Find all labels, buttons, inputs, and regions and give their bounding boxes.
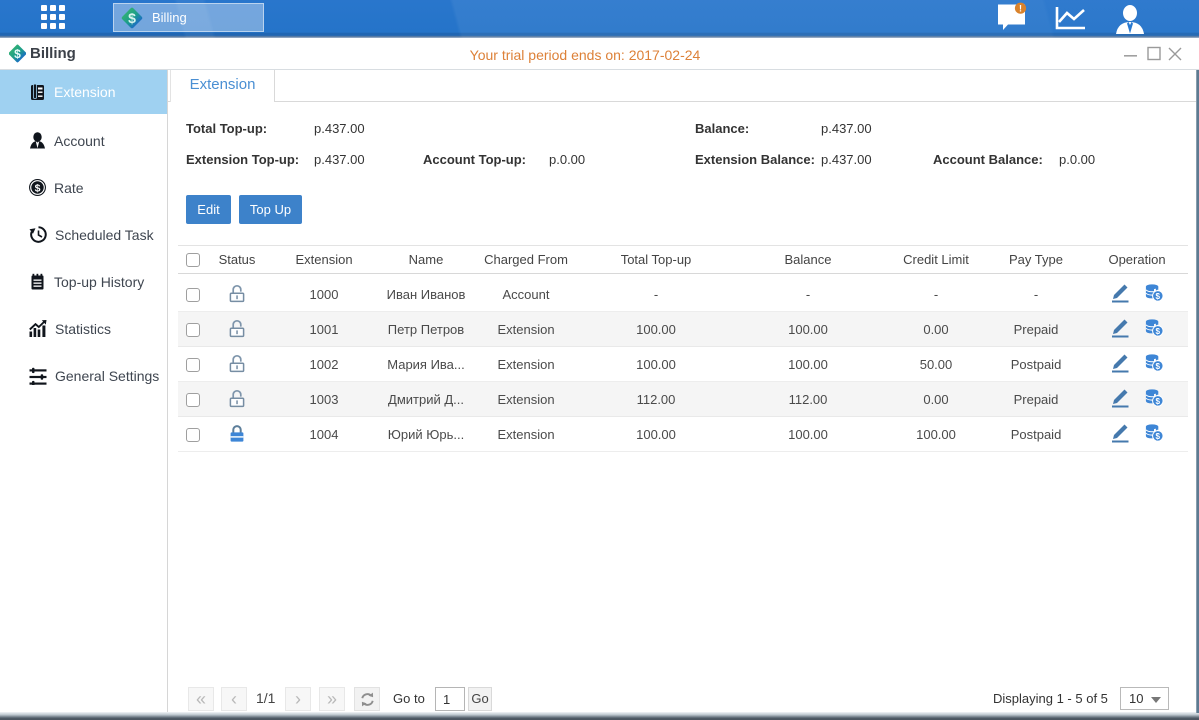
svg-text:$: $ (128, 10, 136, 26)
svg-text:!: ! (1019, 3, 1022, 13)
svg-text:$: $ (35, 182, 41, 194)
